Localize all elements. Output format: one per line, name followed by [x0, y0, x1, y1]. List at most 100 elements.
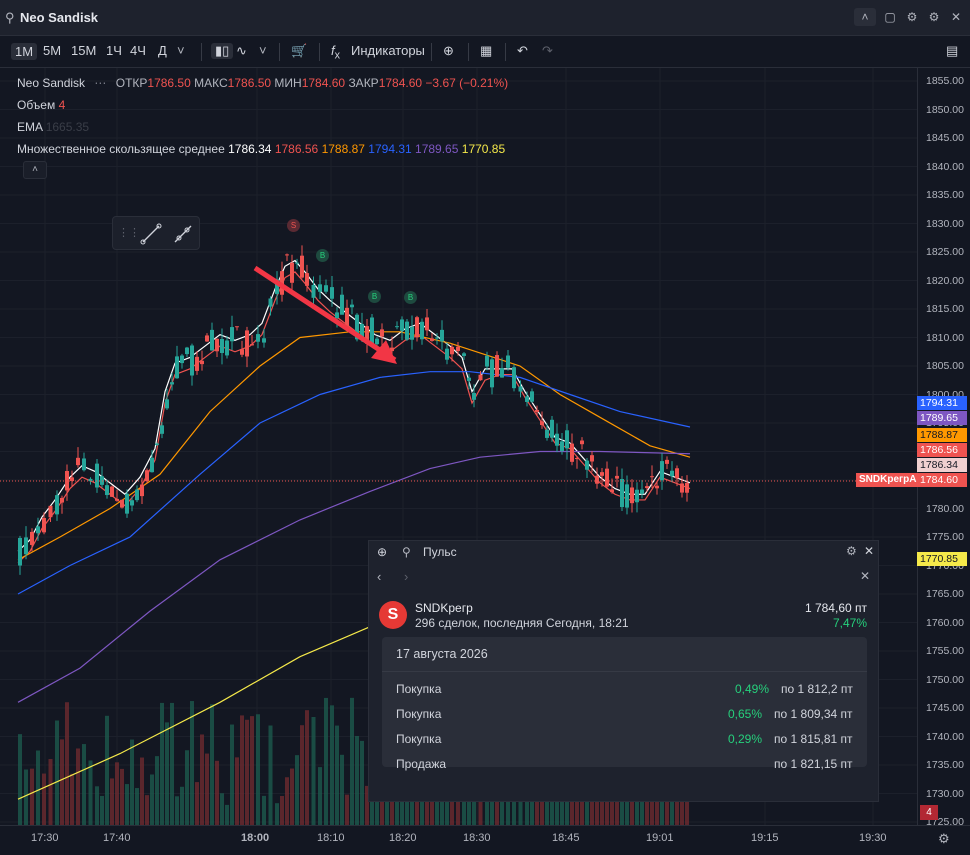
candle-body [130, 500, 134, 506]
volume-bar [295, 755, 299, 825]
camera-icon[interactable]: ▤ [946, 43, 958, 59]
candle-body [250, 344, 254, 346]
settings-icon[interactable]: ⚙ [926, 10, 942, 24]
time-tick: 17:30 [31, 832, 59, 844]
volume-bar [330, 705, 334, 825]
chart-toolbar: 1М 5М 15М 1Ч 4Ч Д ˅ ▮▯ ∿ ˅ 🛒 fx Индикато… [0, 36, 970, 68]
trade-pct: 0,29% [728, 732, 763, 746]
buy-marker[interactable]: B [404, 291, 417, 304]
volume-legend[interactable]: Объем 4 [17, 98, 65, 112]
timeframe-15m[interactable]: 15М [71, 43, 96, 58]
volume-bar [115, 762, 119, 825]
volume-bar [305, 710, 309, 825]
price-tick: 1740.00 [926, 730, 964, 743]
chart-type-chevron-icon[interactable]: ˅ [259, 43, 267, 58]
redo-icon[interactable]: ↷ [542, 43, 553, 59]
volume-bar [65, 702, 69, 825]
symbol-title[interactable]: Neo Sandisk [20, 10, 98, 25]
trend-line-icon[interactable] [140, 223, 162, 245]
add-icon[interactable]: ⊕ [443, 43, 454, 59]
candle-body [518, 386, 523, 392]
candle-body [580, 440, 584, 445]
volume-bar [60, 739, 64, 825]
time-axis[interactable]: 17:30 17:40 18:00 18:10 18:20 18:30 18:4… [0, 825, 970, 855]
pulse-ticker[interactable]: SNDKрегр [415, 601, 473, 615]
candle-body [380, 329, 384, 337]
candle-body [560, 441, 564, 452]
candle-body [595, 475, 599, 484]
candle-body [18, 537, 22, 566]
timeframe-d[interactable]: Д [158, 43, 167, 58]
ema-legend[interactable]: EMA 1665.35 [17, 120, 89, 134]
line-chart-icon[interactable]: ∿ [236, 43, 247, 59]
volume-bar [250, 716, 254, 825]
chevron-right-icon[interactable]: › [404, 569, 408, 584]
collapse-legend-button[interactable]: ˄ [23, 161, 47, 179]
candle-body [145, 470, 149, 482]
volume-bar [180, 786, 184, 825]
indicators-icon[interactable]: fx [331, 43, 340, 62]
price-tick: 1835.00 [926, 189, 964, 201]
candle-body [490, 359, 494, 388]
search-icon[interactable]: ⚲ [402, 545, 411, 559]
legend-symbol[interactable]: Neo Sandisk [17, 76, 85, 90]
mma-value-2: 1786.56 [274, 142, 319, 156]
close-icon[interactable]: ✕ [860, 569, 870, 583]
volume-bar [256, 714, 260, 825]
chevron-left-icon[interactable]: ‹ [377, 569, 381, 584]
candle-body [240, 349, 244, 355]
layout-grid-icon[interactable]: ▦ [480, 43, 492, 59]
close-icon[interactable]: ✕ [864, 544, 874, 558]
volume-bar [280, 796, 284, 825]
price-tick: 1840.00 [926, 160, 964, 173]
chevron-down-icon[interactable]: ˅ [177, 43, 185, 58]
undo-icon[interactable]: ↶ [517, 43, 528, 59]
candle-body [335, 312, 339, 319]
more-icon[interactable]: ⋯ [94, 76, 106, 90]
drag-handle-icon[interactable]: ⋮⋮ [118, 226, 140, 239]
price-tick: 1780.00 [926, 502, 964, 515]
price-tick: 1850.00 [926, 103, 964, 116]
candle-body [545, 429, 549, 438]
close-icon[interactable]: ✕ [948, 10, 964, 24]
search-icon[interactable]: ⚲ [5, 10, 15, 26]
volume-bar [225, 804, 229, 825]
candles-icon[interactable]: ▮▯ [211, 43, 234, 59]
timeframe-1m[interactable]: 1М [11, 43, 38, 60]
trade-price: по 1 809,34 пт [774, 707, 853, 721]
buy-marker[interactable]: B [316, 249, 329, 262]
price-tag-mma6: 1770.85 [917, 552, 967, 566]
volume-bar [335, 725, 339, 825]
candle-body [655, 485, 659, 489]
volume-bar [140, 757, 144, 825]
volume-bar [30, 768, 34, 825]
settings-gear-icon[interactable]: ⚙ [938, 831, 950, 847]
mma-value-6: 1770.85 [461, 142, 506, 156]
candle-body [472, 393, 476, 400]
ray-icon[interactable] [172, 223, 194, 245]
chevron-up-icon[interactable]: ˄ [854, 8, 876, 26]
price-tick: 1805.00 [926, 360, 964, 372]
trades-panel: 17 августа 2026 Покупка 0,49% по 1 812,2… [382, 637, 867, 771]
indicators-button[interactable]: Индикаторы [351, 43, 425, 58]
volume-bar [195, 782, 199, 825]
sell-marker[interactable]: S [287, 219, 300, 232]
timeframe-5m[interactable]: 5М [43, 43, 61, 58]
maximize-icon[interactable]: ▢ [882, 10, 898, 24]
mma-legend[interactable]: Множественное скользящее среднее 1786.34… [17, 142, 505, 156]
cart-icon[interactable]: 🛒 [291, 43, 307, 59]
candle-body [140, 484, 144, 497]
volume-bar [285, 777, 289, 825]
candle-body [105, 485, 109, 496]
volume-bar [205, 753, 209, 825]
settings-icon[interactable]: ⚙ [846, 544, 857, 558]
window-controls: ˄ ▢ ⚙ ⚙ ✕ [854, 8, 964, 26]
candle-body [305, 273, 309, 286]
add-icon[interactable]: ⊕ [377, 545, 387, 559]
candle-body [76, 457, 80, 466]
timeframe-4h[interactable]: 4Ч [130, 43, 146, 58]
buy-marker[interactable]: B [368, 290, 381, 303]
candle-body [370, 317, 374, 345]
gear-icon[interactable]: ⚙ [904, 10, 920, 24]
timeframe-1h[interactable]: 1Ч [106, 43, 122, 58]
